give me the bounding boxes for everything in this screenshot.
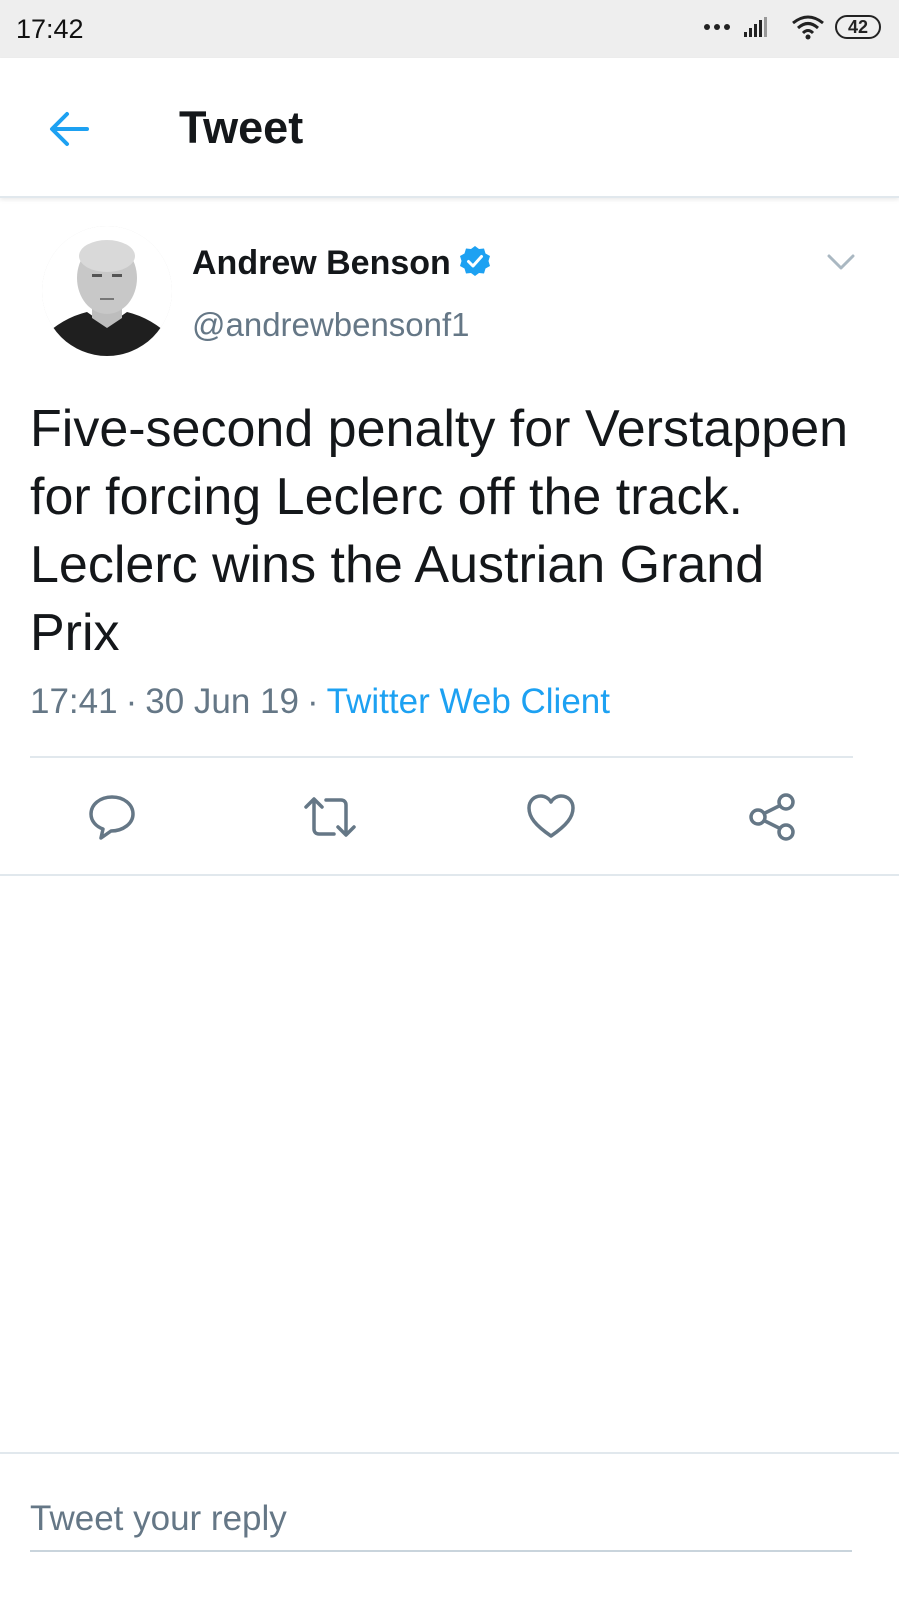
back-button[interactable] <box>42 102 96 156</box>
author-handle[interactable]: @andrewbensonf1 <box>192 306 470 344</box>
arrow-left-icon <box>50 112 89 146</box>
verified-badge-icon <box>460 246 490 276</box>
retweet-button[interactable] <box>300 787 360 847</box>
tweet-time: 17:41 <box>30 682 118 721</box>
share-icon <box>749 793 795 841</box>
tweet-actions <box>0 787 899 849</box>
divider <box>30 756 853 758</box>
divider <box>0 874 899 876</box>
profile-photo <box>42 226 172 356</box>
reply-bar-divider <box>0 1452 899 1454</box>
battery-level: 42 <box>847 16 869 37</box>
meta-separator: · <box>307 682 319 721</box>
retweet-icon <box>304 797 356 837</box>
status-bar: 17:42 42 <box>0 0 899 58</box>
battery-icon: 42 <box>835 15 881 39</box>
avatar[interactable] <box>42 226 172 356</box>
page-title: Tweet <box>179 102 304 153</box>
chevron-down-icon[interactable] <box>824 248 858 276</box>
signal-strength-icon <box>744 17 767 37</box>
wifi-icon <box>792 15 824 40</box>
comment-icon <box>89 795 135 840</box>
share-button[interactable] <box>742 787 802 847</box>
reply-button[interactable] <box>82 787 142 847</box>
reply-input[interactable] <box>30 1488 852 1552</box>
author-name[interactable]: Andrew Benson <box>192 244 451 283</box>
status-icons: 42 <box>704 14 881 40</box>
heart-icon <box>527 794 575 838</box>
meta-separator: · <box>125 682 138 721</box>
like-button[interactable] <box>521 787 581 847</box>
tweet-date: 30 Jun 19 <box>145 682 299 721</box>
status-time: 17:42 <box>16 14 84 44</box>
tweet-client-link[interactable]: Twitter Web Client <box>327 682 610 721</box>
more-dots-icon <box>704 24 730 30</box>
app-header: Tweet <box>0 58 899 198</box>
tweet-text: Five-second penalty for Verstappen for f… <box>30 400 849 662</box>
tweet-meta: 17:41 · 30 Jun 19 · Twitter Web Client <box>30 682 610 722</box>
